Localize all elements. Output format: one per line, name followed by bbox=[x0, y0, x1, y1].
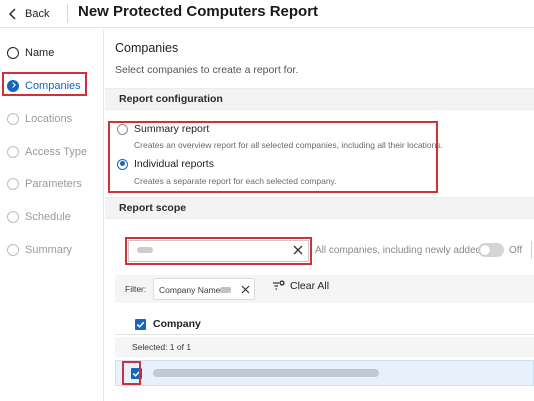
step-pending-circle-icon bbox=[7, 146, 19, 158]
selected-count: Selected: 1 of 1 bbox=[132, 342, 192, 352]
step-parameters[interactable]: Parameters bbox=[0, 174, 104, 194]
step-done-circle-icon bbox=[7, 47, 19, 59]
report-options-highlight bbox=[108, 121, 438, 193]
back-label: Back bbox=[25, 8, 50, 20]
redacted-filter-value bbox=[220, 287, 231, 293]
header-divider bbox=[67, 4, 68, 23]
filter-chip-label: Company Name: bbox=[159, 285, 223, 295]
redacted-search-text bbox=[137, 247, 153, 253]
table-header-row: Company bbox=[115, 313, 534, 335]
remove-filter-icon[interactable] bbox=[240, 284, 251, 295]
clear-filters-icon bbox=[273, 280, 285, 290]
back-button[interactable]: Back bbox=[8, 5, 49, 23]
select-all-checkbox[interactable] bbox=[135, 319, 146, 330]
toolbar-divider bbox=[531, 241, 532, 259]
step-pending-circle-icon bbox=[7, 211, 19, 223]
clear-all-label: Clear All bbox=[290, 280, 330, 292]
chevron-left-icon bbox=[9, 8, 16, 20]
all-companies-toggle[interactable] bbox=[478, 243, 504, 257]
step-locations[interactable]: Locations bbox=[0, 109, 104, 129]
step-pending-circle-icon bbox=[7, 113, 19, 125]
redacted-company-name bbox=[153, 369, 379, 377]
step-name[interactable]: Name bbox=[0, 43, 104, 63]
step-label: Access Type bbox=[25, 146, 88, 158]
clear-all-button[interactable]: Clear All bbox=[272, 280, 329, 292]
filter-label: Filter: bbox=[125, 284, 147, 294]
step-schedule[interactable]: Schedule bbox=[0, 207, 104, 227]
step-label: Parameters bbox=[25, 178, 82, 190]
filter-bar: Filter: Company Name: Clear All bbox=[115, 275, 534, 303]
row-checkbox-highlight bbox=[122, 361, 141, 385]
step-summary[interactable]: Summary bbox=[0, 240, 104, 260]
company-search-highlight bbox=[125, 237, 312, 265]
report-scope-header: Report scope bbox=[105, 197, 534, 219]
step-label: Locations bbox=[25, 113, 73, 125]
section-subtitle: Select companies to create a report for. bbox=[115, 64, 299, 76]
report-configuration-heading: Report configuration bbox=[119, 93, 223, 105]
checkmark-icon bbox=[136, 321, 145, 328]
page-title: New Protected Computers Report bbox=[78, 3, 319, 20]
company-name-filter-chip[interactable]: Company Name: bbox=[153, 278, 255, 300]
step-label: Summary bbox=[25, 244, 73, 256]
step-label: Name bbox=[25, 47, 55, 59]
step-pending-circle-icon bbox=[7, 244, 19, 256]
step-access-type[interactable]: Access Type bbox=[0, 142, 104, 162]
page-header: Back New Protected Computers Report bbox=[0, 0, 534, 28]
active-step-highlight bbox=[2, 72, 87, 96]
step-label: Schedule bbox=[25, 211, 71, 223]
report-configuration-header: Report configuration bbox=[105, 88, 534, 110]
company-column-header: Company bbox=[153, 318, 201, 330]
company-search-input[interactable] bbox=[128, 240, 309, 262]
main-panel: Companies Select companies to create a r… bbox=[105, 29, 534, 401]
selection-summary: Selected: 1 of 1 bbox=[115, 337, 534, 357]
section-title: Companies bbox=[115, 41, 179, 55]
clear-search-icon[interactable] bbox=[291, 243, 305, 257]
step-pending-circle-icon bbox=[7, 178, 19, 190]
all-companies-label: All companies, including newly added bbox=[315, 245, 482, 256]
report-scope-heading: Report scope bbox=[119, 202, 187, 214]
toggle-state-label: Off bbox=[509, 245, 523, 256]
